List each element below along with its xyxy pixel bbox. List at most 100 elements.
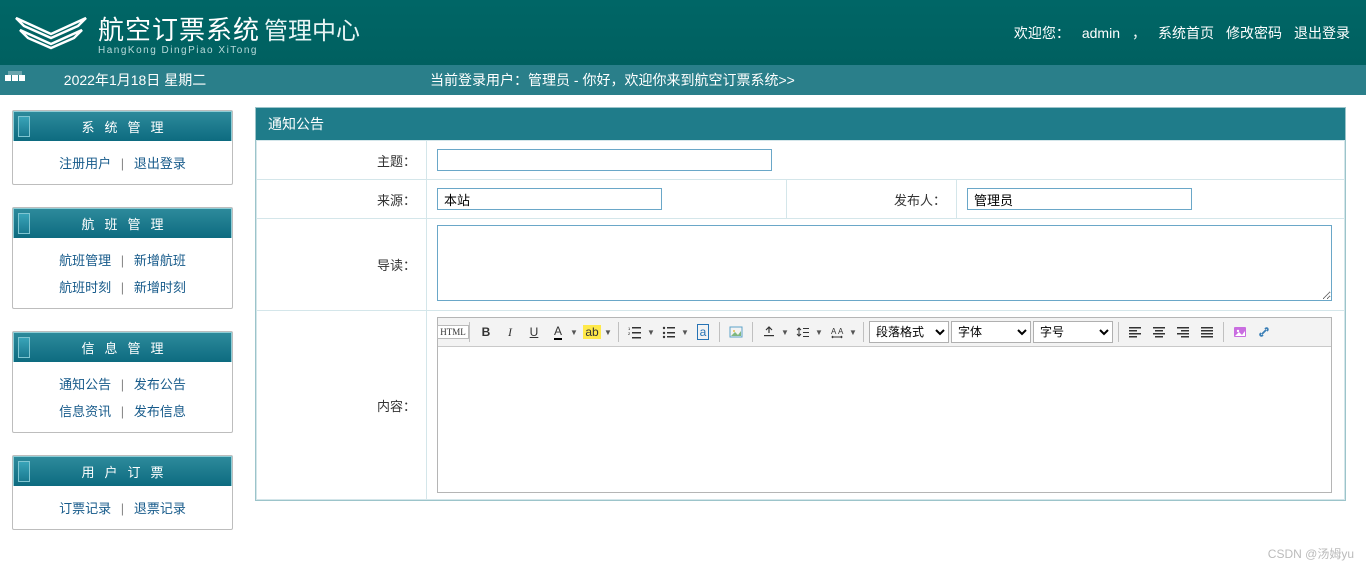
toolbar-divider	[618, 322, 619, 342]
sidebar-link-refund[interactable]: 退票记录	[134, 501, 186, 516]
wings-logo-icon	[12, 12, 90, 54]
select-all-button[interactable]: a	[692, 321, 714, 343]
toolbar-divider	[1223, 322, 1224, 342]
summary-textarea[interactable]	[437, 225, 1332, 301]
header-right: 欢迎您： admin ， 系统首页 修改密码 退出登录	[1010, 23, 1354, 43]
sidebar-group-booking: 用户订票 订票记录 | 退票记录	[12, 455, 233, 530]
paragraph-format-select[interactable]: 段落格式	[869, 321, 949, 343]
font-size-select[interactable]: 字号	[1033, 321, 1113, 343]
align-justify-button[interactable]	[1196, 321, 1218, 343]
ordered-list-dropdown[interactable]: ▼	[646, 321, 656, 343]
line-height-button[interactable]	[792, 321, 814, 343]
watermark: CSDN @汤姆yu	[1268, 545, 1354, 562]
toolbar-divider	[719, 322, 720, 342]
logo-area: 航空订票系统管理中心 HangKong DingPiao XiTong	[12, 10, 360, 56]
toolbar-divider	[1118, 322, 1119, 342]
toolbar-divider	[752, 322, 753, 342]
welcome-username: admin	[1082, 25, 1120, 41]
separator: |	[121, 156, 124, 171]
separator: |	[121, 404, 124, 419]
insert-link-button[interactable]	[1253, 321, 1275, 343]
sidebar-group-title: 信息管理	[13, 332, 232, 362]
letter-spacing-button[interactable]: AA	[826, 321, 848, 343]
image-button[interactable]	[725, 321, 747, 343]
sidebar-link-schedule-add[interactable]: 新增时刻	[134, 280, 186, 295]
app-header: 航空订票系统管理中心 HangKong DingPiao XiTong 欢迎您：…	[0, 0, 1366, 65]
main-content: 通知公告 主题： 来源： 发布人：	[245, 95, 1366, 568]
underline-button[interactable]: U	[523, 321, 545, 343]
highlight-dropdown[interactable]: ▼	[603, 321, 613, 343]
sidebar-group-info: 信息管理 通知公告 | 发布公告 信息资讯 | 发布信息	[12, 331, 233, 433]
info-bar: 2022年1月18日 星期二 当前登录用户：管理员 - 你好，欢迎你来到航空订票…	[0, 65, 1366, 95]
app-title-sub: 管理中心	[264, 18, 360, 45]
rich-text-editor: HTML B I U A▼ ab▼ 12▼ ▼	[437, 317, 1332, 493]
svg-text:2: 2	[628, 331, 631, 336]
separator: |	[121, 377, 124, 392]
sidebar-group-title: 系统管理	[13, 111, 232, 141]
font-color-dropdown[interactable]: ▼	[569, 321, 579, 343]
sidebar-link-flight-add[interactable]: 新增航班	[134, 253, 186, 268]
source-input[interactable]	[437, 188, 662, 210]
publisher-input[interactable]	[967, 188, 1192, 210]
infobar-message: 当前登录用户：管理员 - 你好，欢迎你来到航空订票系统>>	[240, 70, 1366, 90]
letter-spacing-dropdown[interactable]: ▼	[848, 321, 858, 343]
infobar-date: 2022年1月18日 星期二	[30, 70, 240, 90]
sidebar-group-title: 航班管理	[13, 208, 232, 238]
separator: |	[121, 280, 124, 295]
italic-button[interactable]: I	[499, 321, 521, 343]
sidebar-link-news[interactable]: 信息资讯	[59, 404, 111, 419]
align-left-button[interactable]	[1124, 321, 1146, 343]
app-title-pinyin: HangKong DingPiao XiTong	[98, 45, 360, 56]
font-family-select[interactable]: 字体	[951, 321, 1031, 343]
sidebar-group-flight: 航班管理 航班管理 | 新增航班 航班时刻 | 新增时刻	[12, 207, 233, 309]
form-table: 主题： 来源： 发布人：	[256, 140, 1345, 500]
sidebar-link-notice[interactable]: 通知公告	[59, 377, 111, 392]
editor-toolbar: HTML B I U A▼ ab▼ 12▼ ▼	[438, 318, 1331, 347]
sidebar-link-schedule[interactable]: 航班时刻	[59, 280, 111, 295]
align-center-button[interactable]	[1148, 321, 1170, 343]
sidebar-link-notice-publish[interactable]: 发布公告	[134, 377, 186, 392]
app-title-cn: 航空订票系统	[98, 15, 260, 45]
nav-logout-link[interactable]: 退出登录	[1294, 23, 1350, 43]
separator: |	[121, 253, 124, 268]
panel-title: 通知公告	[256, 108, 1345, 140]
sidebar-group-title: 用户订票	[13, 456, 232, 486]
nav-password-link[interactable]: 修改密码	[1226, 23, 1282, 43]
subject-label: 主题：	[257, 141, 427, 180]
align-right-button[interactable]	[1172, 321, 1194, 343]
publisher-label: 发布人：	[787, 180, 957, 219]
content-label: 内容：	[257, 311, 427, 500]
sidebar-link-booking[interactable]: 订票记录	[59, 501, 111, 516]
source-button[interactable]: HTML	[442, 321, 464, 343]
welcome-prefix: 欢迎您：	[1014, 23, 1070, 43]
unordered-list-dropdown[interactable]: ▼	[680, 321, 690, 343]
subject-input[interactable]	[437, 149, 772, 171]
bold-button[interactable]: B	[475, 321, 497, 343]
ordered-list-button[interactable]: 12	[624, 321, 646, 343]
editor-content-area[interactable]	[438, 347, 1331, 492]
insert-image-button[interactable]	[1229, 321, 1251, 343]
panel-notice: 通知公告 主题： 来源： 发布人：	[255, 107, 1346, 501]
summary-label: 导读：	[257, 219, 427, 311]
svg-text:A: A	[831, 327, 837, 336]
text-direction-dropdown[interactable]: ▼	[780, 321, 790, 343]
font-color-button[interactable]: A	[547, 321, 569, 343]
nav-home-link[interactable]: 系统首页	[1158, 23, 1214, 43]
separator: |	[121, 501, 124, 516]
source-label: 来源：	[257, 180, 427, 219]
toolbar-divider	[469, 322, 470, 342]
text-direction-button[interactable]	[758, 321, 780, 343]
unordered-list-button[interactable]	[658, 321, 680, 343]
sidebar-link-flight-manage[interactable]: 航班管理	[59, 253, 111, 268]
sidebar-link-logout[interactable]: 退出登录	[134, 156, 186, 171]
line-height-dropdown[interactable]: ▼	[814, 321, 824, 343]
infobar-icon	[0, 71, 30, 90]
highlight-button[interactable]: ab	[581, 321, 603, 343]
welcome-comma: ，	[1132, 23, 1146, 43]
svg-text:A: A	[838, 327, 844, 336]
sidebar-link-news-publish[interactable]: 发布信息	[134, 404, 186, 419]
sidebar: 系统管理 注册用户 | 退出登录 航班管理 航班管理 | 新增航班 航班时刻	[0, 95, 245, 568]
sidebar-link-register[interactable]: 注册用户	[59, 156, 111, 171]
sidebar-group-system: 系统管理 注册用户 | 退出登录	[12, 110, 233, 185]
toolbar-divider	[863, 322, 864, 342]
